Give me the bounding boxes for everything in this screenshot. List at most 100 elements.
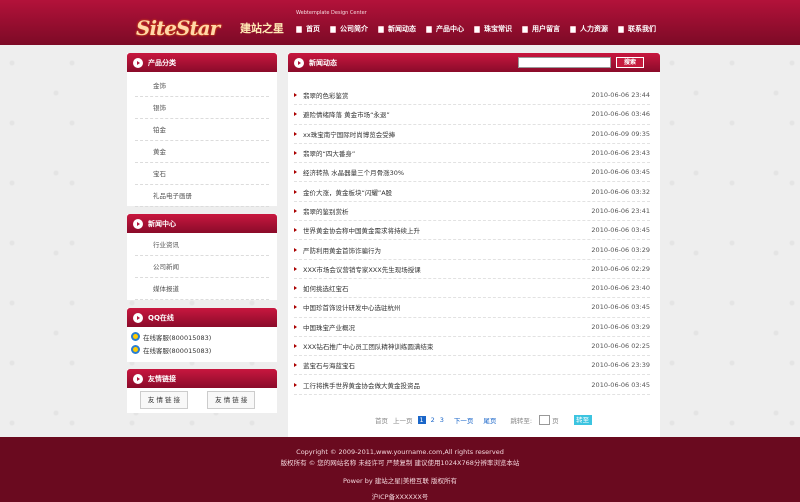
pager-first: 首页: [375, 417, 388, 425]
news-date: 2010-06-06 23:44: [591, 91, 650, 100]
news-row[interactable]: xx珠宝南宁国际时尚博览会受捧 2010-06-09 09:35: [294, 125, 650, 144]
news-title[interactable]: 中国珠宝产业概况: [303, 322, 580, 332]
news-row[interactable]: 严防利用黄金首饰诈骗行为 2010-06-06 03:29: [294, 240, 650, 260]
header: Webtemplate Design Center SiteStar 建站之星 …: [0, 0, 800, 45]
news-title[interactable]: 金价大涨，黄金板块“闪耀”A股: [303, 187, 580, 197]
sidebar-item-industry[interactable]: 行业资讯: [135, 234, 269, 256]
news-row[interactable]: 世界黄金协会称中国黄金需求将持续上升 2010-06-06 03:45: [294, 221, 650, 241]
bullet-icon: [294, 151, 297, 156]
news-date: 2010-06-06 03:45: [591, 303, 650, 312]
goto-page-input[interactable]: [539, 415, 551, 425]
bullet-icon: [294, 112, 297, 117]
nav-square-icon: [522, 25, 528, 33]
goto-button[interactable]: 转至: [573, 415, 592, 425]
news-title[interactable]: 蓝宝石与海蓝宝石: [303, 360, 580, 370]
logo[interactable]: Webtemplate Design Center SiteStar 建站之星: [136, 6, 367, 40]
footer: Copyright © 2009-2011,www.yourname.com,A…: [0, 437, 800, 502]
news-row[interactable]: 金价大涨，黄金板块“闪耀”A股 2010-06-06 03:32: [294, 182, 650, 202]
news-title[interactable]: XXX市场会议营销专家XXX先生现场授课: [303, 264, 580, 274]
sidebar-item-platinum[interactable]: 铂金: [135, 119, 269, 141]
bullet-icon: [294, 324, 297, 329]
news-title[interactable]: xx珠宝南宁国际时尚博览会受捧: [303, 129, 580, 139]
nav-about[interactable]: 公司简介: [330, 24, 368, 34]
goto-label: 跳转至:: [510, 417, 533, 425]
qq-contact[interactable]: 在线客服(800015083): [127, 343, 277, 356]
nav-contact[interactable]: 联系我们: [618, 24, 656, 34]
nav-hr[interactable]: 人力资源: [570, 24, 608, 34]
arrow-right-icon: [294, 57, 304, 68]
news-row[interactable]: XXX钻石推广中心员工团队精神训练圆满结束 2010-06-06 02:25: [294, 337, 650, 357]
pager-page[interactable]: 3: [440, 416, 444, 424]
sidebar-item-silver[interactable]: 银饰: [135, 97, 269, 119]
qq-contact[interactable]: 在线客服(800015083): [127, 330, 277, 343]
news-date: 2010-06-06 03:29: [591, 322, 650, 331]
sidebar-item-gold-jewelry[interactable]: 金饰: [135, 75, 269, 97]
news-title[interactable]: 经济转热 水晶器量三个月骨涨30%: [303, 167, 580, 177]
news-title[interactable]: 中国珍首饰设计研发中心选驻杭州: [303, 302, 580, 312]
nav-news[interactable]: 新闻动态: [378, 24, 416, 34]
nav-square-icon: [474, 25, 480, 33]
search-input[interactable]: [518, 57, 611, 68]
news-title[interactable]: 翡翠的鉴别赏析: [303, 206, 580, 216]
qq-icon: [131, 345, 140, 354]
news-title[interactable]: 避险情绪降落 黄金市场“永退”: [303, 109, 580, 119]
news-date: 2010-06-09 09:35: [591, 129, 650, 138]
news-title[interactable]: 翡翠的色彩鉴赏: [303, 90, 580, 100]
sidebar-item-gemstone[interactable]: 宝石: [135, 163, 269, 185]
news-row[interactable]: 避险情绪降落 黄金市场“永退” 2010-06-06 03:46: [294, 105, 650, 125]
news-title[interactable]: 严防利用黄金首饰诈骗行为: [303, 245, 580, 255]
nav-knowledge[interactable]: 珠宝常识: [474, 24, 512, 34]
news-title[interactable]: 如何挑选红宝石: [303, 283, 580, 293]
news-date: 2010-06-06 02:29: [591, 264, 650, 273]
pager-page-current[interactable]: 1: [417, 416, 426, 424]
news-row[interactable]: 翡翠的色彩鉴赏 2010-06-06 23:44: [294, 86, 650, 106]
nav-square-icon: [618, 25, 624, 33]
news-row[interactable]: 翡翠的“四大番身” 2010-06-06 23:43: [294, 144, 650, 164]
footer-icp[interactable]: 沪ICP备XXXXXX号: [0, 491, 800, 501]
sidebar-item-company-news[interactable]: 公司新闻: [135, 256, 269, 278]
friend-link-button[interactable]: 友 情 链 接: [140, 391, 188, 409]
news-row[interactable]: 中国珠宝产业概况 2010-06-06 03:29: [294, 318, 650, 337]
news-date: 2010-06-06 03:45: [591, 380, 650, 389]
news-row[interactable]: 经济转热 水晶器量三个月骨涨30% 2010-06-06 03:45: [294, 163, 650, 183]
pager-page[interactable]: 2: [431, 416, 435, 424]
bullet-icon: [294, 93, 297, 98]
pager-last[interactable]: 尾页: [483, 415, 496, 425]
news-date: 2010-06-06 03:45: [591, 168, 650, 177]
bullet-icon: [294, 208, 297, 213]
bullet-icon: [294, 131, 297, 136]
news-row[interactable]: 工行将携手世界黄金协会做大黄金投资品 2010-06-06 03:45: [294, 375, 650, 395]
news-row[interactable]: XXX市场会议营销专家XXX先生现场授课 2010-06-06 02:29: [294, 260, 650, 279]
sidebar-item-gift-album[interactable]: 礼品电子画册: [135, 185, 269, 207]
nav-square-icon: [378, 25, 384, 33]
nav-square-icon: [570, 25, 576, 33]
arrow-right-icon: [133, 373, 143, 384]
news-row[interactable]: 如何挑选红宝石 2010-06-06 23:40: [294, 279, 650, 299]
pager-next[interactable]: 下一页: [454, 415, 474, 425]
nav-guestbook[interactable]: 用户留言: [522, 24, 560, 34]
news-row[interactable]: 中国珍首饰设计研发中心选驻杭州 2010-06-06 03:45: [294, 298, 650, 318]
nav-products[interactable]: 产品中心: [426, 24, 464, 34]
news-row[interactable]: 蓝宝石与海蓝宝石 2010-06-06 23:39: [294, 356, 650, 376]
footer-powered-by[interactable]: Power by 建站之星|美橙互联 版权所有: [0, 475, 800, 485]
news-title[interactable]: 翡翠的“四大番身”: [303, 148, 580, 158]
search-button[interactable]: 搜索: [616, 57, 644, 68]
bullet-icon: [294, 344, 297, 348]
news-title[interactable]: 世界黄金协会称中国黄金需求将持续上升: [303, 225, 580, 235]
bullet-icon: [294, 247, 297, 252]
friend-link-button[interactable]: 友 情 链 接: [207, 391, 256, 409]
panel-header: 友情链接: [127, 369, 277, 388]
nav-home[interactable]: 首页: [296, 24, 320, 34]
pager-prev: 上一页: [393, 417, 413, 425]
news-date: 2010-06-06 02:25: [591, 342, 650, 350]
bullet-icon: [294, 228, 297, 233]
friend-links-panel: 友情链接 友 情 链 接 友 情 链 接: [127, 369, 277, 413]
news-date: 2010-06-06 03:32: [591, 187, 650, 196]
sidebar-item-media[interactable]: 媒体报道: [135, 278, 269, 300]
sidebar-item-gold[interactable]: 黄金: [135, 141, 269, 163]
qq-online-panel: QQ在线 在线客服(800015083) 在线客服(800015083): [127, 308, 277, 362]
news-title[interactable]: XXX钻石推广中心员工团队精神训练圆满结束: [303, 341, 580, 351]
news-row[interactable]: 翡翠的鉴别赏析 2010-06-06 23:41: [294, 202, 650, 222]
arrow-right-icon: [133, 312, 143, 323]
news-title[interactable]: 工行将携手世界黄金协会做大黄金投资品: [303, 380, 580, 390]
